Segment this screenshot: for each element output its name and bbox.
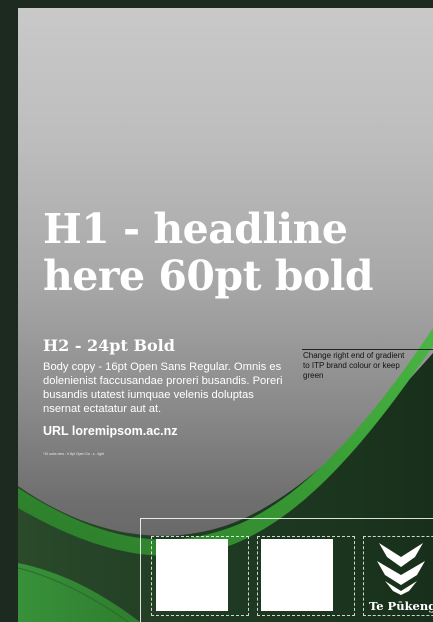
url-text: URL loremipsom.ac.nz <box>43 424 178 438</box>
annotation-rule <box>302 349 433 350</box>
logo-placeholder-2 <box>261 539 333 611</box>
headline: H1 - headline here 60pt bold <box>43 205 374 300</box>
body-copy: Body copy - 16pt Open Sans Regular. Omni… <box>43 361 283 415</box>
logo-strip: Te Pūkenga <box>140 518 433 622</box>
fine-print: *10 subs new - h 8pt Open Sa - s - light <box>43 452 105 456</box>
subheading: H2 - 24pt Bold <box>43 336 175 355</box>
annotation-note: Change right end of gradient to ITP bran… <box>303 351 405 380</box>
te-pukenga-logo-icon <box>377 543 425 595</box>
poster: H1 - headline here 60pt bold H2 - 24pt B… <box>18 8 433 622</box>
brand-name: Te Pūkenga <box>369 599 433 613</box>
logo-placeholder-1 <box>156 539 228 611</box>
